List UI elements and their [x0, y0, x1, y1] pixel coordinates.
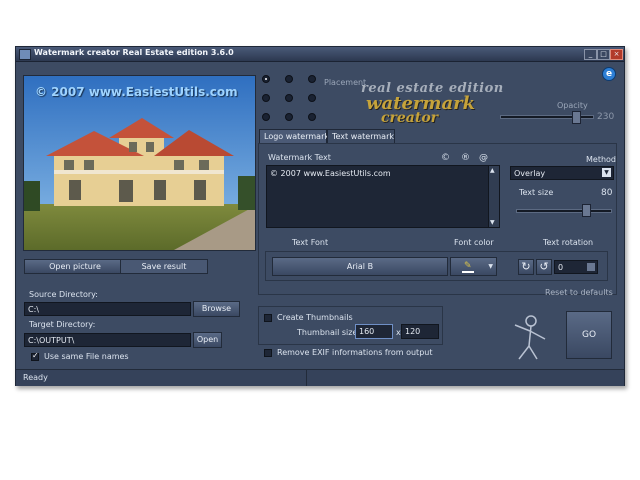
placement-top-right[interactable]: [308, 75, 316, 83]
source-directory-input[interactable]: C:\: [24, 302, 191, 316]
status-text: Ready: [23, 373, 48, 382]
preview-watermark-text: © 2007 www.EasiestUtils.com: [35, 85, 238, 99]
browse-button[interactable]: Browse: [193, 301, 240, 317]
text-rotation-input[interactable]: 0: [554, 260, 598, 274]
app-icon: [19, 49, 31, 60]
watermark-text-label: Watermark Text: [268, 153, 331, 162]
watermark-text-input[interactable]: © 2007 www.EasiestUtils.com ▲ ▼: [266, 165, 500, 228]
remove-exif-checkbox[interactable]: [264, 349, 272, 357]
ie-icon[interactable]: e: [602, 67, 616, 81]
insert-copyright-symbol[interactable]: ©: [441, 153, 450, 163]
font-color-label: Font color: [454, 238, 494, 247]
create-thumbnails-checkbox[interactable]: [264, 314, 272, 322]
chevron-down-icon[interactable]: ▼: [602, 168, 611, 177]
use-same-names-checkbox[interactable]: [31, 351, 39, 361]
text-rotation-label: Text rotation: [543, 238, 594, 247]
reset-to-defaults-link[interactable]: Reset to defaults: [545, 288, 613, 297]
remove-exif-label: Remove EXIF informations from output: [277, 348, 433, 357]
placement-center[interactable]: [285, 94, 293, 102]
placement-grid: [260, 73, 326, 123]
insert-at-symbol[interactable]: @: [479, 153, 488, 163]
create-thumbnails-label: Create Thumbnails: [277, 313, 353, 322]
status-bar: Ready: [16, 369, 624, 386]
maximize-button[interactable]: □: [597, 49, 610, 60]
scroll-up-icon[interactable]: ▲: [490, 167, 495, 174]
placement-bottom-center[interactable]: [285, 113, 293, 121]
scroll-down-icon[interactable]: ▼: [490, 219, 495, 226]
placement-top-left[interactable]: [262, 75, 270, 83]
placement-bottom-left[interactable]: [262, 113, 270, 121]
window-title: Watermark creator Real Estate edition 3.…: [34, 48, 234, 57]
placement-label: Placement: [324, 78, 367, 87]
logo-creator-text: creator: [381, 110, 439, 126]
method-select[interactable]: Overlay ▼: [510, 166, 614, 180]
method-value: Overlay: [514, 169, 546, 178]
text-font-button[interactable]: Arial B: [272, 257, 448, 276]
text-size-value: 80: [601, 188, 613, 198]
text-size-label: Text size: [519, 188, 554, 197]
tab-text-watermark[interactable]: Text watermark: [327, 129, 395, 143]
method-label: Method: [586, 155, 617, 164]
use-same-names-label: Use same File names: [44, 352, 129, 361]
thumbnail-height-input[interactable]: 120: [401, 324, 439, 339]
paint-brush-icon: ✎: [464, 261, 472, 271]
save-result-button[interactable]: Save result: [120, 259, 208, 274]
source-directory-label: Source Directory:: [29, 290, 99, 299]
image-preview: © 2007 www.EasiestUtils.com: [23, 75, 256, 251]
placement-top-center[interactable]: [285, 75, 293, 83]
placement-middle-right[interactable]: [308, 94, 316, 102]
open-button[interactable]: Open: [193, 332, 222, 348]
minimize-button[interactable]: _: [584, 49, 597, 60]
text-size-slider[interactable]: [516, 209, 612, 213]
placement-bottom-right[interactable]: [308, 113, 316, 121]
app-window: Watermark creator Real Estate edition 3.…: [15, 46, 625, 386]
insert-registered-symbol[interactable]: ®: [461, 153, 470, 163]
rotation-spin-handle[interactable]: [587, 263, 595, 271]
placement-middle-left[interactable]: [262, 94, 270, 102]
target-directory-input[interactable]: C:\OUTPUT\: [24, 333, 191, 347]
watermark-text-scrollbar[interactable]: ▲ ▼: [488, 166, 499, 227]
open-picture-button[interactable]: Open picture: [24, 259, 126, 274]
watermark-text-value: © 2007 www.EasiestUtils.com: [270, 169, 391, 178]
mascot-figure: [514, 315, 546, 360]
text-font-label: Text Font: [292, 238, 329, 247]
target-directory-label: Target Directory:: [29, 320, 96, 329]
rotate-right-icon[interactable]: ↺: [536, 259, 552, 275]
status-separator: [306, 370, 307, 386]
opacity-label: Opacity: [557, 101, 588, 110]
thumbnail-width-input[interactable]: 160: [355, 324, 393, 339]
go-button[interactable]: GO: [566, 311, 612, 359]
thumbnail-size-label: Thumbnail size: [297, 328, 358, 337]
font-color-swatch: [462, 271, 474, 273]
opacity-value: 230: [597, 112, 615, 122]
font-color-button[interactable]: ✎ ▼: [450, 257, 497, 276]
rotate-left-icon[interactable]: ↻: [518, 259, 534, 275]
tab-logo-watermark[interactable]: Logo watermark: [259, 129, 329, 143]
chevron-down-icon: ▼: [488, 263, 493, 270]
close-button[interactable]: ×: [610, 49, 623, 60]
text-rotation-value: 0: [558, 263, 564, 272]
text-size-slider-thumb[interactable]: [582, 204, 591, 217]
opacity-slider-thumb[interactable]: [572, 111, 581, 124]
title-bar[interactable]: Watermark creator Real Estate edition 3.…: [16, 47, 624, 62]
